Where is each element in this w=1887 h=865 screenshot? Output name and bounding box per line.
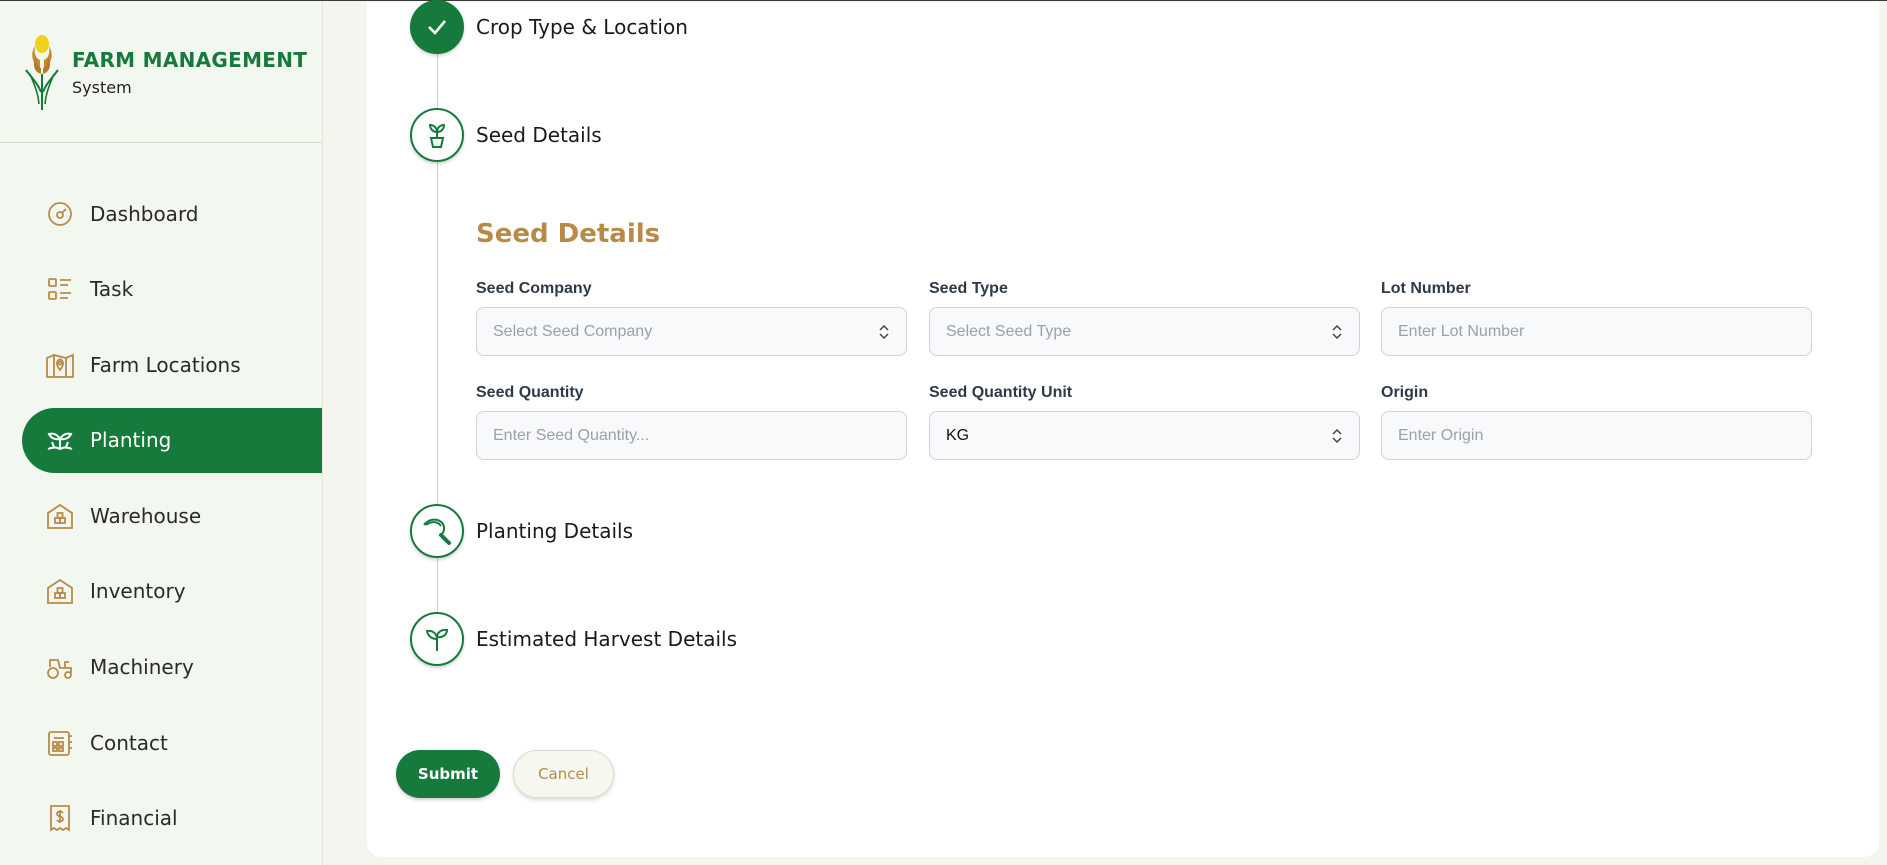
lot-number-label: Lot Number bbox=[1381, 280, 1471, 297]
seed-type-select[interactable]: Select Seed Type bbox=[929, 307, 1360, 356]
step-label: Estimated Harvest Details bbox=[476, 627, 738, 651]
brand-title: FARM MANAGEMENT bbox=[72, 47, 308, 72]
sidebar-item-contact[interactable]: Contact bbox=[22, 710, 322, 775]
sidebar-item-planting[interactable]: Planting bbox=[22, 407, 322, 473]
sidebar-item-label: Task bbox=[90, 277, 134, 302]
brand-subtitle: System bbox=[72, 77, 132, 97]
sidebar-nav: Dashboard Task Farm Locations Planting W… bbox=[22, 181, 322, 861]
sidebar-item-label: Planting bbox=[90, 428, 172, 453]
lot-number-input[interactable]: Enter Lot Number bbox=[1381, 307, 1812, 356]
map-pin-icon bbox=[44, 349, 76, 381]
seed-quantity-unit-label: Seed Quantity Unit bbox=[929, 384, 1073, 401]
seed-quantity-label: Seed Quantity bbox=[476, 384, 584, 401]
sidebar-item-label: Machinery bbox=[90, 655, 194, 680]
step-label: Planting Details bbox=[476, 519, 634, 543]
step-connector bbox=[437, 51, 438, 109]
step-label: Seed Details bbox=[476, 123, 602, 147]
origin-field: Origin Enter Origin bbox=[1381, 384, 1812, 460]
wheat-logo-icon bbox=[25, 35, 59, 110]
lot-number-placeholder: Enter Lot Number bbox=[1398, 322, 1525, 340]
seed-quantity-unit-value: KG bbox=[946, 426, 970, 444]
seed-company-field: Seed Company Select Seed Company bbox=[476, 280, 907, 356]
step-crop-type-location[interactable]: Crop Type & Location bbox=[410, 0, 688, 54]
seed-quantity-field: Seed Quantity Enter Seed Quantity... bbox=[476, 384, 907, 460]
origin-input[interactable]: Enter Origin bbox=[1381, 411, 1812, 460]
sidebar-item-dashboard[interactable]: Dashboard bbox=[22, 181, 322, 246]
step-planting-details[interactable]: Planting Details bbox=[410, 504, 633, 558]
receipt-dollar-icon bbox=[44, 802, 76, 834]
origin-placeholder: Enter Origin bbox=[1398, 426, 1484, 444]
gauge-icon bbox=[44, 198, 76, 230]
sidebar-item-label: Financial bbox=[90, 806, 178, 831]
seed-type-label: Seed Type bbox=[929, 280, 1008, 297]
chevron-up-down-icon bbox=[1332, 324, 1342, 339]
seed-company-select[interactable]: Select Seed Company bbox=[476, 307, 907, 356]
sidebar-item-machinery[interactable]: Machinery bbox=[22, 635, 322, 700]
chevron-up-down-icon bbox=[1332, 428, 1342, 443]
step-connector bbox=[437, 558, 438, 614]
sidebar-item-farm-locations[interactable]: Farm Locations bbox=[22, 332, 322, 397]
task-list-icon bbox=[44, 273, 76, 305]
step-connector bbox=[437, 161, 438, 505]
sidebar-item-warehouse[interactable]: Warehouse bbox=[22, 483, 322, 548]
sidebar-item-financial[interactable]: Financial bbox=[22, 786, 322, 851]
check-icon bbox=[410, 0, 464, 54]
origin-label: Origin bbox=[1381, 384, 1429, 401]
lot-number-field: Lot Number Enter Lot Number bbox=[1381, 280, 1812, 356]
step-estimated-harvest-details[interactable]: Estimated Harvest Details bbox=[410, 612, 737, 666]
sidebar-item-label: Inventory bbox=[90, 579, 186, 604]
seed-quantity-unit-field: Seed Quantity Unit KG bbox=[929, 384, 1360, 460]
sidebar-item-label: Warehouse bbox=[90, 503, 202, 528]
sidebar-item-label: Contact bbox=[90, 730, 168, 755]
seed-company-placeholder: Select Seed Company bbox=[493, 322, 653, 340]
submit-button[interactable]: Submit bbox=[396, 750, 500, 798]
seed-company-label: Seed Company bbox=[476, 280, 592, 297]
chevron-up-down-icon bbox=[879, 324, 889, 339]
brand: FARM MANAGEMENT System bbox=[0, 2, 322, 143]
section-title: Seed Details bbox=[476, 219, 661, 249]
sidebar-item-task[interactable]: Task bbox=[22, 257, 322, 322]
sickle-icon bbox=[410, 504, 464, 558]
tractor-icon bbox=[44, 651, 76, 683]
sidebar: FARM MANAGEMENT System Dashboard Task Fa… bbox=[0, 2, 323, 865]
sidebar-item-inventory[interactable]: Inventory bbox=[22, 559, 322, 624]
contact-book-icon bbox=[44, 727, 76, 759]
seed-type-field: Seed Type Select Seed Type bbox=[929, 280, 1360, 356]
sidebar-item-label: Dashboard bbox=[90, 201, 199, 226]
seed-quantity-placeholder: Enter Seed Quantity... bbox=[493, 426, 650, 444]
warehouse-icon bbox=[44, 500, 76, 532]
seed-quantity-input[interactable]: Enter Seed Quantity... bbox=[476, 411, 907, 460]
inventory-icon bbox=[44, 575, 76, 607]
seed-type-placeholder: Select Seed Type bbox=[946, 322, 1072, 340]
step-seed-details[interactable]: Seed Details bbox=[410, 108, 602, 162]
sprout-icon bbox=[410, 612, 464, 666]
cancel-button[interactable]: Cancel bbox=[513, 750, 614, 798]
sidebar-item-label: Farm Locations bbox=[90, 352, 241, 377]
sprout-leaves-icon bbox=[44, 424, 76, 456]
seedling-pot-icon bbox=[410, 108, 464, 162]
step-label: Crop Type & Location bbox=[476, 15, 688, 39]
seed-quantity-unit-select[interactable]: KG bbox=[929, 411, 1360, 460]
